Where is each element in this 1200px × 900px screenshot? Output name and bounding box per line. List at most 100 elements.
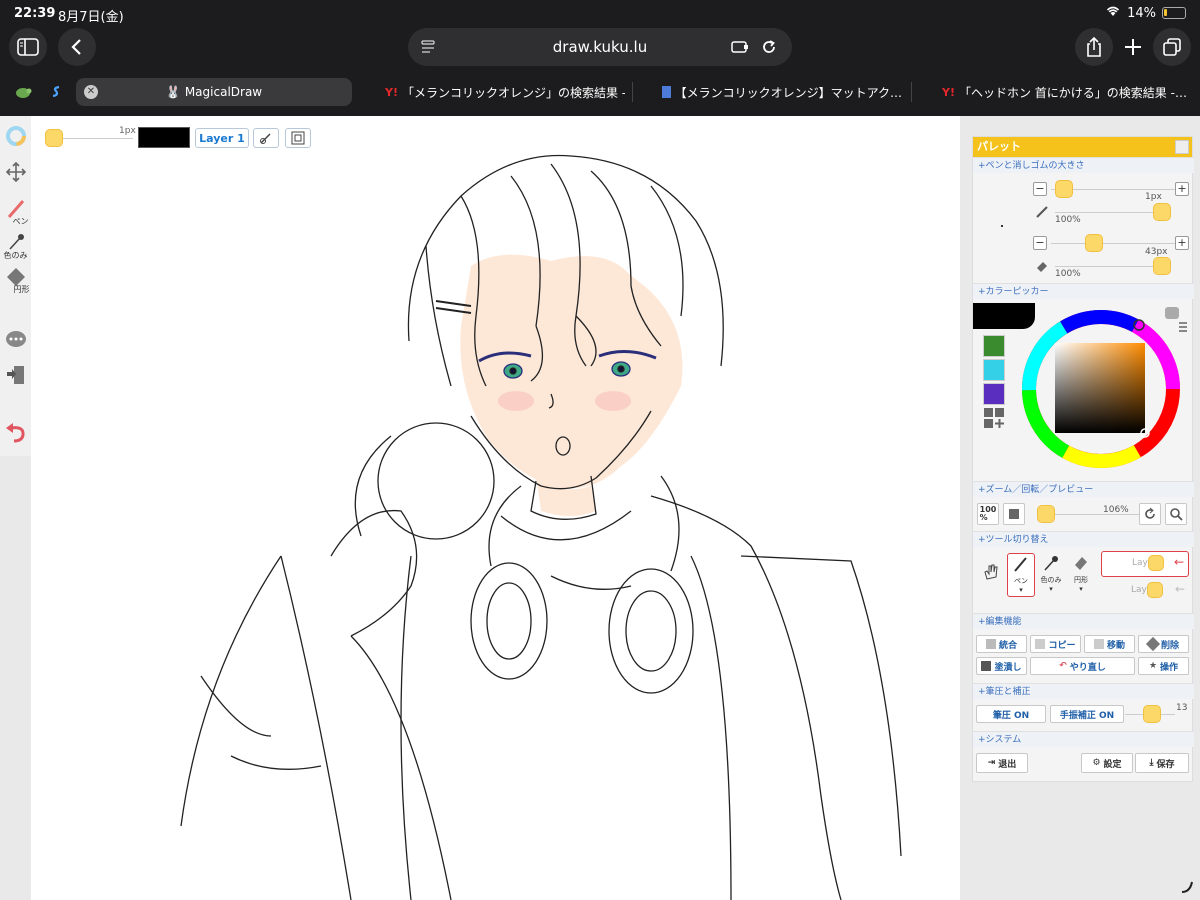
transform-icon bbox=[291, 131, 305, 145]
merge-button[interactable]: 統合 bbox=[976, 635, 1027, 653]
tab-group-icon[interactable] bbox=[8, 78, 38, 106]
color-wheel-tool[interactable] bbox=[0, 126, 31, 148]
share-button[interactable] bbox=[1075, 28, 1113, 66]
pen-size-slider[interactable] bbox=[1055, 180, 1073, 198]
eraser-size-track[interactable] bbox=[1051, 243, 1175, 244]
delete-button[interactable]: 削除 bbox=[1138, 635, 1189, 653]
undo-button[interactable] bbox=[0, 422, 31, 446]
stabilizer-toggle-button[interactable]: 手振補正 ON bbox=[1050, 705, 1124, 723]
stabilizer-slider[interactable] bbox=[1143, 705, 1161, 723]
exit-button[interactable] bbox=[0, 364, 31, 388]
chevron-left-icon bbox=[71, 39, 81, 55]
layer1-opacity-knob[interactable] bbox=[1148, 555, 1164, 571]
new-tab-button[interactable] bbox=[1114, 28, 1152, 66]
section-edit[interactable]: +編集機能 bbox=[973, 613, 1194, 629]
drawing-canvas[interactable]: 1px Layer 1 bbox=[31, 116, 960, 900]
shape-tool-label: 円形 bbox=[1074, 576, 1088, 584]
section-pressure[interactable]: +筆圧と補正 bbox=[973, 683, 1194, 699]
copy-icon bbox=[1035, 639, 1046, 649]
rotate-reset-button[interactable] bbox=[1139, 503, 1161, 525]
pen-opacity-track[interactable] bbox=[1055, 212, 1155, 213]
tool-options-button[interactable] bbox=[253, 128, 279, 148]
zoom-reset-button[interactable]: 100 % bbox=[977, 503, 999, 525]
shape-tool[interactable]: 円形 ▾ bbox=[1067, 553, 1095, 597]
settings-button[interactable]: ⚙ 設定 bbox=[1081, 753, 1133, 773]
eyedropper-tool[interactable]: 色のみ ▾ bbox=[1037, 553, 1065, 597]
move-tool[interactable] bbox=[0, 161, 31, 184]
zoom-slider[interactable] bbox=[1037, 505, 1055, 523]
section-tool-switch[interactable]: +ツール切り替え bbox=[973, 531, 1194, 547]
eraser-size-slider[interactable] bbox=[1085, 234, 1103, 252]
tab-overview-button[interactable] bbox=[1153, 28, 1191, 66]
pen-size-plus-button[interactable]: + bbox=[1175, 182, 1189, 196]
move-button[interactable]: 移動 bbox=[1084, 635, 1135, 653]
extension-icon[interactable] bbox=[730, 38, 750, 56]
tab-magicaldraw[interactable]: ✕ 🐰 MagicalDraw bbox=[76, 78, 352, 106]
eraser-opacity-track[interactable] bbox=[1055, 266, 1155, 267]
reload-icon[interactable] bbox=[760, 38, 778, 56]
fill-button[interactable]: 塗潰し bbox=[976, 657, 1027, 675]
redo-button[interactable]: ↶ やり直し bbox=[1030, 657, 1135, 675]
plus-icon bbox=[1125, 39, 1141, 55]
brush-size-track[interactable] bbox=[63, 138, 133, 139]
layer1-row[interactable]: Layer1 ← bbox=[1101, 551, 1189, 577]
pen-tool-selected[interactable]: ペン ▾ bbox=[1007, 553, 1035, 597]
merge-icon bbox=[985, 639, 996, 649]
section-zoom[interactable]: +ズーム／回転／プレビュー bbox=[973, 481, 1194, 497]
fit-screen-button[interactable] bbox=[1003, 503, 1025, 525]
brush-size-slider[interactable] bbox=[45, 129, 63, 147]
palette-header[interactable]: パレット bbox=[973, 137, 1192, 157]
shape-tool[interactable]: 円形 bbox=[0, 266, 31, 295]
tab-article[interactable]: 【メランコリックオレンジ】マットアク… bbox=[662, 78, 902, 106]
section-brush-size[interactable]: +ペンと消しゴムの大きさ bbox=[973, 157, 1194, 173]
color-swatch-green[interactable] bbox=[983, 335, 1005, 357]
save-button[interactable]: ⤓ 保存 bbox=[1135, 753, 1189, 773]
eraser-size-plus-button[interactable]: + bbox=[1175, 236, 1189, 250]
section-system[interactable]: +システム bbox=[973, 731, 1194, 747]
tab-search-1[interactable]: Y! 「メランコリックオレンジ」の検索結果 -… bbox=[385, 78, 625, 106]
current-color-swatch[interactable] bbox=[138, 127, 190, 148]
section-color-picker[interactable]: +カラーピッカー bbox=[973, 283, 1194, 299]
color-wheel[interactable] bbox=[1017, 305, 1185, 473]
resize-handle-icon[interactable] bbox=[1180, 880, 1194, 894]
sidebar-toggle-button[interactable] bbox=[9, 28, 47, 66]
add-swatch-icon[interactable] bbox=[983, 407, 1005, 429]
pen-size-minus-button[interactable]: − bbox=[1033, 182, 1047, 196]
hand-tool[interactable] bbox=[977, 563, 1005, 607]
pen-tool[interactable]: ペン bbox=[0, 198, 31, 227]
tab-search-2[interactable]: Y! 「ヘッドホン 首にかける」の検索結果 -… bbox=[942, 78, 1192, 106]
transform-button[interactable] bbox=[285, 128, 311, 148]
pen-tool-label: ペン bbox=[1014, 577, 1028, 585]
copy-button[interactable]: コピー bbox=[1030, 635, 1081, 653]
status-bar: 22:39 8月7日(金) 14% bbox=[0, 0, 1200, 28]
left-toolbar: ペン 色のみ 円形 bbox=[0, 116, 31, 456]
exit-door-icon bbox=[6, 366, 24, 384]
close-tab-icon[interactable]: ✕ bbox=[84, 85, 98, 99]
turtle-icon bbox=[16, 88, 32, 98]
arrow-left-icon: ← bbox=[1174, 582, 1185, 596]
exit-button[interactable]: ⇥ 退出 bbox=[976, 753, 1028, 773]
layer-button[interactable]: Layer 1 bbox=[195, 128, 249, 148]
fill-label: 塗潰し bbox=[994, 662, 1022, 673]
palette-minimize-button[interactable] bbox=[1175, 140, 1189, 154]
pen-opacity-slider[interactable] bbox=[1153, 203, 1171, 221]
eraser-opacity-value: 100% bbox=[1055, 269, 1081, 279]
layer2-row[interactable]: Layer2 ← bbox=[1101, 579, 1189, 603]
pen-size-value: 1px bbox=[1145, 192, 1162, 202]
eraser-opacity-slider[interactable] bbox=[1153, 257, 1171, 275]
pinned-tab[interactable] bbox=[42, 78, 70, 106]
preview-button[interactable] bbox=[1165, 503, 1187, 525]
zoom-value: 106% bbox=[1103, 505, 1129, 515]
pressure-toggle-button[interactable]: 筆圧 ON bbox=[976, 705, 1046, 723]
move-icon bbox=[1093, 639, 1104, 649]
address-bar[interactable]: draw.kuku.lu bbox=[408, 28, 792, 66]
operate-button[interactable]: ★ 操作 bbox=[1138, 657, 1189, 675]
back-button[interactable] bbox=[58, 28, 96, 66]
chat-button[interactable] bbox=[0, 330, 31, 352]
layer2-opacity-knob[interactable] bbox=[1147, 582, 1163, 598]
eyedropper-tool[interactable]: 色のみ bbox=[0, 232, 31, 261]
color-swatch-purple[interactable] bbox=[983, 383, 1005, 405]
eraser-size-minus-button[interactable]: − bbox=[1033, 236, 1047, 250]
color-swatch-cyan[interactable] bbox=[983, 359, 1005, 381]
tab-bar: ✕ 🐰 MagicalDraw Y! 「メランコリックオレンジ」の検索結果 -…… bbox=[0, 74, 1200, 110]
